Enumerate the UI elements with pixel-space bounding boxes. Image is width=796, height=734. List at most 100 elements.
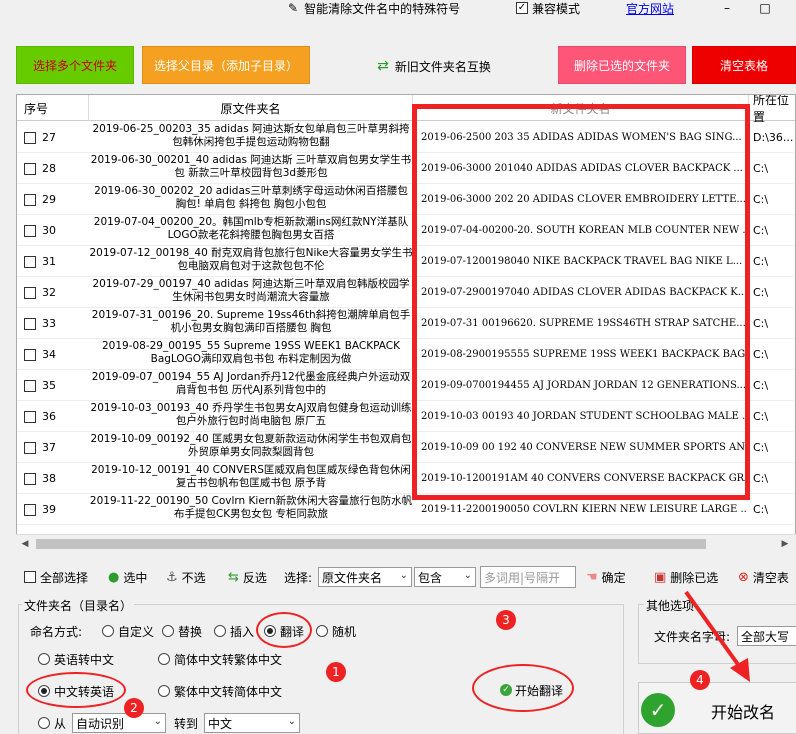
opt-simplified-to-traditional[interactable]: 简体中文转繁体中文 [158, 650, 282, 668]
mode-radio-random[interactable]: 随机 [316, 622, 356, 640]
radio-icon [102, 625, 114, 637]
clean-special-chars-button[interactable]: ✎ 智能清除文件名中的特殊符号 [288, 0, 460, 16]
new-name-cell: 2019-09-0700194455 AJ JORDAN JORDAN 12 G… [421, 380, 746, 391]
opt-traditional-to-simplified[interactable]: 繁体中文转简体中文 [158, 682, 282, 700]
row-checkbox-icon[interactable] [24, 503, 36, 516]
new-name-cell: 2019-11-2200190050 COVLRN KIERN NEW LEIS… [421, 504, 747, 515]
maximize-icon[interactable]: □ [758, 0, 772, 16]
new-name-cell: 2019-08-2900195555 SUPREME 19SS WEEK1 BA… [421, 349, 747, 360]
table-row[interactable]: 27 2019-06-25_00203_35 adidas 阿迪达斯女包单肩包三叶… [17, 122, 795, 153]
compat-mode-checkbox[interactable]: ✓ 兼容模式 [516, 0, 580, 16]
scrollbar-thumb[interactable] [36, 539, 706, 549]
row-number-cell[interactable]: 38 [24, 463, 56, 494]
row-checkbox-icon[interactable] [24, 193, 36, 206]
table-row[interactable]: 33 2019-07-31_00196_20. Supreme 19ss46th斜… [17, 308, 795, 339]
mode-radio-insert[interactable]: 插入 [214, 622, 254, 640]
table-row[interactable]: 31 2019-07-12_00198_40 耐克双肩背包旅行包Nike大容量男女… [17, 246, 795, 277]
from-language-select[interactable]: 自动识别 ⌄ [72, 713, 166, 733]
minimize-icon[interactable]: – [720, 0, 734, 16]
row-number-cell[interactable]: 33 [24, 308, 56, 339]
row-number-cell[interactable]: 37 [24, 432, 56, 463]
row-checkbox-icon[interactable] [24, 131, 36, 144]
official-site-link[interactable]: 官方网站 [626, 0, 674, 16]
row-checkbox-icon[interactable] [24, 441, 36, 454]
header-new-name[interactable]: 新文件夹名 [413, 95, 749, 121]
invert-button[interactable]: ⇆ 反选 [228, 566, 267, 588]
header-no[interactable]: 序号 [17, 95, 89, 121]
scroll-right-icon[interactable]: ▶ [778, 537, 792, 551]
row-number-cell[interactable]: 31 [24, 246, 56, 277]
table-row[interactable]: 39 2019-11-22_00190_50 Covlrn Kiern新款休闲大容… [17, 494, 795, 525]
mode-radio-translate[interactable]: 翻译 [264, 622, 304, 640]
row-number-cell[interactable]: 29 [24, 184, 56, 215]
location-cell: C:\ [753, 255, 769, 268]
row-number-cell[interactable]: 28 [24, 153, 56, 184]
row-checkbox-icon[interactable] [24, 286, 36, 299]
table-row[interactable]: 29 2019-06-30_00202_20 adidas三叶草刺绣字母运动休闲百… [17, 184, 795, 215]
original-name-cell: 2019-09-07_00194_55 AJ Jordan乔丹12代墨金底经典户… [91, 371, 411, 396]
table-row[interactable]: 37 2019-10-09_00192_40 匡威男女包夏新款运动休闲学生书包双肩… [17, 432, 795, 463]
row-number: 39 [42, 503, 56, 516]
row-number-cell[interactable]: 35 [24, 370, 56, 401]
match-mode-select[interactable]: 包含 ⌄ [414, 567, 476, 587]
select-all-checkbox[interactable]: 全部选择 [24, 566, 88, 588]
radio-selected-icon [38, 685, 50, 697]
table-row[interactable]: 34 2019-08-29_00195_55 Supreme 19SS WEEK1… [17, 339, 795, 370]
table-row[interactable]: 30 2019-07-04_00200_20。韩国mlb专柜新款潮ins网红款NY… [17, 215, 795, 246]
confirm-button[interactable]: ☚ 确定 [586, 566, 626, 588]
opt-chinese-to-english[interactable]: 中文转英语 [38, 682, 114, 700]
header-original-name[interactable]: 原文件夹名 [89, 95, 413, 121]
delete-selected-folders-button[interactable]: 删除已选的文件夹 [558, 46, 686, 84]
field-select[interactable]: 原文件夹名 ⌄ [318, 567, 412, 587]
row-checkbox-icon[interactable] [24, 255, 36, 268]
row-checkbox-icon[interactable] [24, 410, 36, 423]
row-checkbox-icon[interactable] [24, 317, 36, 330]
row-number-cell[interactable]: 39 [24, 494, 56, 525]
row-number: 34 [42, 348, 56, 361]
select-multiple-folders-button[interactable]: 选择多个文件夹 [16, 46, 134, 84]
letters-case-select[interactable]: 全部大写 [737, 626, 796, 646]
from-radio[interactable]: 从 [38, 714, 66, 732]
original-name-cell: 2019-06-30_00201_40 adidas 阿迪达斯 三叶草双肩包男女… [90, 154, 412, 179]
naming-mode-label: 命名方式: [30, 624, 83, 639]
row-number: 31 [42, 255, 56, 268]
row-checkbox-icon[interactable] [24, 162, 36, 175]
row-number-cell[interactable]: 27 [24, 122, 56, 153]
table-row[interactable]: 36 2019-10-03_00193_40 乔丹学生书包男女AJ双肩包健身包运动… [17, 401, 795, 432]
row-checkbox-icon[interactable] [24, 348, 36, 361]
mode-radio-replace[interactable]: 替换 [162, 622, 202, 640]
folder-table: 序号 原文件夹名 新文件夹名 所在位置 27 2019-06-25_00203_3… [16, 94, 796, 552]
clear-button[interactable]: ⊗ 清空表 [738, 566, 789, 588]
row-checkbox-icon[interactable] [24, 472, 36, 485]
opt-english-to-chinese[interactable]: 英语转中文 [38, 650, 114, 668]
row-checkbox-icon[interactable] [24, 224, 36, 237]
checkbox-icon [24, 571, 36, 583]
check-button[interactable]: ● 选中 [108, 566, 147, 588]
table-row[interactable]: 28 2019-06-30_00201_40 adidas 阿迪达斯 三叶草双肩包… [17, 153, 795, 184]
table-row[interactable]: 32 2019-07-29_00197_40 adidas 阿迪达斯三叶草双肩包韩… [17, 277, 795, 308]
row-number-cell[interactable]: 34 [24, 339, 56, 370]
start-translate-button[interactable]: ✓ 开始翻译 [500, 680, 563, 700]
to-language-select[interactable]: 中文 ⌄ [204, 713, 300, 733]
row-number-cell[interactable]: 30 [24, 215, 56, 246]
letters-case-label: 文件夹名字母: [654, 629, 731, 644]
row-number-cell[interactable]: 36 [24, 401, 56, 432]
keyword-input[interactable]: 多词用|号隔开 [480, 566, 576, 588]
header-location[interactable]: 所在位置 [749, 95, 795, 124]
radio-icon [38, 653, 50, 665]
select-parent-dir-button[interactable]: 选择父目录（添加子目录） [142, 46, 310, 84]
swap-names-button[interactable]: ⇄ 新旧文件夹名互换 [368, 48, 500, 84]
row-checkbox-icon[interactable] [24, 379, 36, 392]
horizontal-scrollbar[interactable]: ◀ ▶ [16, 534, 796, 552]
row-number-cell[interactable]: 32 [24, 277, 56, 308]
table-row[interactable]: 38 2019-10-12_00191_40 CONVERS匡威双肩包匡威灰绿色背… [17, 463, 795, 494]
table-row[interactable]: 35 2019-09-07_00194_55 AJ Jordan乔丹12代墨金底经… [17, 370, 795, 401]
clear-table-button[interactable]: 清空表格 [692, 46, 796, 84]
table-header: 序号 原文件夹名 新文件夹名 所在位置 [17, 95, 795, 124]
uncheck-button[interactable]: ⚓ 不选 [166, 566, 206, 588]
scroll-left-icon[interactable]: ◀ [18, 537, 32, 551]
folder-name-group-title: 文件夹名（目录名） [22, 597, 135, 614]
delete-selected-button[interactable]: ▣ 删除已选 [654, 566, 718, 588]
mode-radio-custom[interactable]: 自定义 [102, 622, 154, 640]
start-rename-button[interactable]: ✓ 开始改名 [638, 682, 796, 734]
